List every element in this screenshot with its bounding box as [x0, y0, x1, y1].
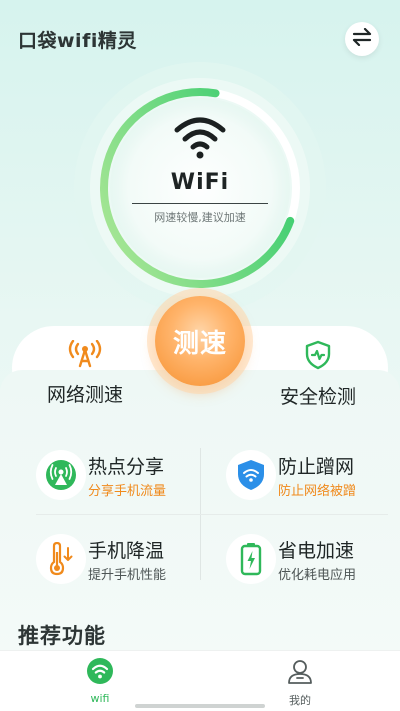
feature-subtitle: 防止网络被蹭 — [278, 484, 357, 499]
network-speed-label: 网络测速 — [46, 384, 123, 406]
grid-divider-horizontal — [36, 514, 388, 515]
tab-label: wifi — [90, 692, 110, 705]
tab-mine[interactable]: 我的 — [260, 657, 340, 708]
signal-tower-icon — [67, 339, 103, 372]
speed-test-label: 测速 — [172, 328, 227, 359]
recommend-section-title: 推荐功能 — [18, 624, 106, 648]
feature-title: 省电加速 — [278, 540, 355, 562]
home-indicator — [135, 704, 265, 708]
thermometer-icon — [36, 534, 86, 584]
tab-label: 我的 — [289, 694, 311, 707]
network-speed-test-button[interactable]: 网络测速 — [30, 339, 140, 407]
feature-subtitle: 提升手机性能 — [88, 568, 167, 583]
divider — [132, 203, 268, 204]
user-icon — [286, 657, 314, 689]
feature-title: 手机降温 — [88, 540, 165, 562]
switch-button[interactable] — [345, 22, 379, 56]
security-check-button[interactable]: 安全检测 — [262, 340, 374, 409]
wifi-icon — [173, 115, 227, 163]
security-check-label: 安全检测 — [279, 386, 356, 408]
network-status-text: 网速较慢,建议加速 — [154, 211, 246, 224]
feature-title: 热点分享 — [88, 456, 165, 478]
wifi-tab-icon — [86, 657, 114, 689]
feature-power-saving[interactable]: 省电加速 优化耗电应用 — [226, 530, 396, 590]
feature-subtitle: 优化耗电应用 — [278, 568, 357, 583]
battery-icon — [226, 534, 276, 584]
feature-title: 防止蹭网 — [278, 456, 355, 478]
feature-subtitle: 分享手机流量 — [88, 484, 167, 499]
app-title: 口袋wifi精灵 — [18, 30, 137, 52]
speed-test-button[interactable]: 测速 — [155, 296, 245, 386]
network-name: WiFi — [170, 170, 230, 195]
swap-arrows-icon — [351, 27, 373, 50]
bottom-tab-bar: wifi 我的 — [0, 650, 400, 711]
shield-pulse-icon — [303, 340, 333, 374]
hotspot-icon — [36, 450, 86, 500]
feature-phone-cooling[interactable]: 手机降温 提升手机性能 — [36, 530, 206, 590]
feature-hotspot-share[interactable]: 热点分享 分享手机流量 — [36, 446, 206, 506]
tab-wifi[interactable]: wifi — [60, 657, 140, 705]
feature-anti-leech[interactable]: 防止蹭网 防止网络被蹭 — [226, 446, 396, 506]
wifi-shield-icon — [226, 450, 276, 500]
wifi-gauge[interactable]: WiFi 网速较慢,建议加速 — [0, 60, 400, 310]
